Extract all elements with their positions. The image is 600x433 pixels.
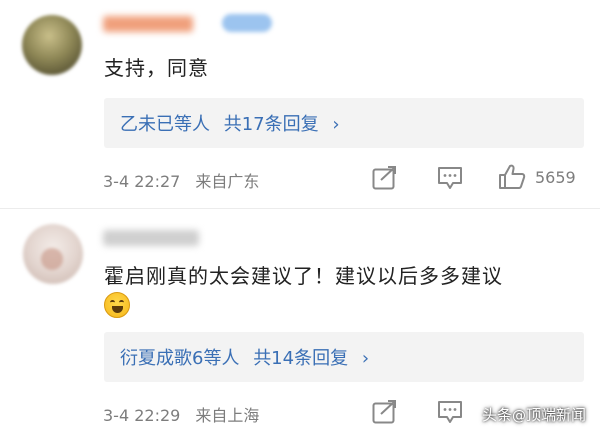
comment-text: 支持，同意 bbox=[104, 56, 209, 80]
watermark-account: 顶端新闻 bbox=[525, 406, 586, 424]
comment-text: 霍启刚真的太会建议了！建议以后多多建议 bbox=[104, 264, 503, 288]
watermark-prefix: 头条 bbox=[481, 406, 512, 424]
comment-item: 霍启刚真的太会建议了！建议以后多多建议 衍夏成歌6等人 共14条回复 › 3-4… bbox=[0, 210, 600, 433]
reply-count: 共14条回复 bbox=[253, 348, 349, 369]
share-icon[interactable] bbox=[372, 400, 398, 424]
comment-date: 3-4 22:27 bbox=[103, 172, 181, 191]
comment-icon[interactable] bbox=[437, 166, 463, 190]
comment-source: 来自广东 bbox=[195, 172, 260, 191]
vip-badge bbox=[222, 14, 272, 32]
thumbs-up-icon[interactable] bbox=[498, 164, 526, 190]
reply-summary[interactable]: 乙未已等人 共17条回复 › bbox=[104, 98, 584, 148]
watermark-at: @ bbox=[511, 408, 526, 424]
watermark: 头条@顶端新闻 bbox=[482, 404, 586, 425]
avatar[interactable] bbox=[22, 15, 82, 75]
reply-names: 衍夏成歌6等人 bbox=[120, 348, 240, 369]
divider bbox=[0, 208, 600, 209]
username-blurred[interactable] bbox=[103, 230, 199, 246]
share-icon[interactable] bbox=[372, 166, 398, 190]
chevron-right-icon: › bbox=[361, 348, 370, 369]
comment-date: 3-4 22:29 bbox=[103, 406, 181, 425]
comment-source: 来自上海 bbox=[195, 406, 260, 425]
comment-meta: 3-4 22:29 来自上海 bbox=[103, 402, 259, 426]
reply-link[interactable]: 衍夏成歌6等人 共14条回复 › bbox=[120, 344, 369, 370]
comment-item: 支持，同意 乙未已等人 共17条回复 › 3-4 22:27 来自广东 5659 bbox=[0, 0, 600, 205]
reply-link[interactable]: 乙未已等人 共17条回复 › bbox=[120, 110, 340, 136]
reply-summary[interactable]: 衍夏成歌6等人 共14条回复 › bbox=[104, 332, 584, 382]
reply-count: 共17条回复 bbox=[223, 114, 319, 135]
chevron-right-icon: › bbox=[332, 114, 340, 135]
comment-icon[interactable] bbox=[437, 400, 463, 424]
laughing-emoji-icon bbox=[104, 292, 130, 318]
comment-meta: 3-4 22:27 来自广东 bbox=[103, 168, 259, 192]
username-blurred[interactable] bbox=[103, 16, 193, 32]
avatar[interactable] bbox=[23, 224, 83, 284]
like-count: 5659 bbox=[535, 168, 576, 187]
reply-names: 乙未已等人 bbox=[120, 114, 210, 135]
